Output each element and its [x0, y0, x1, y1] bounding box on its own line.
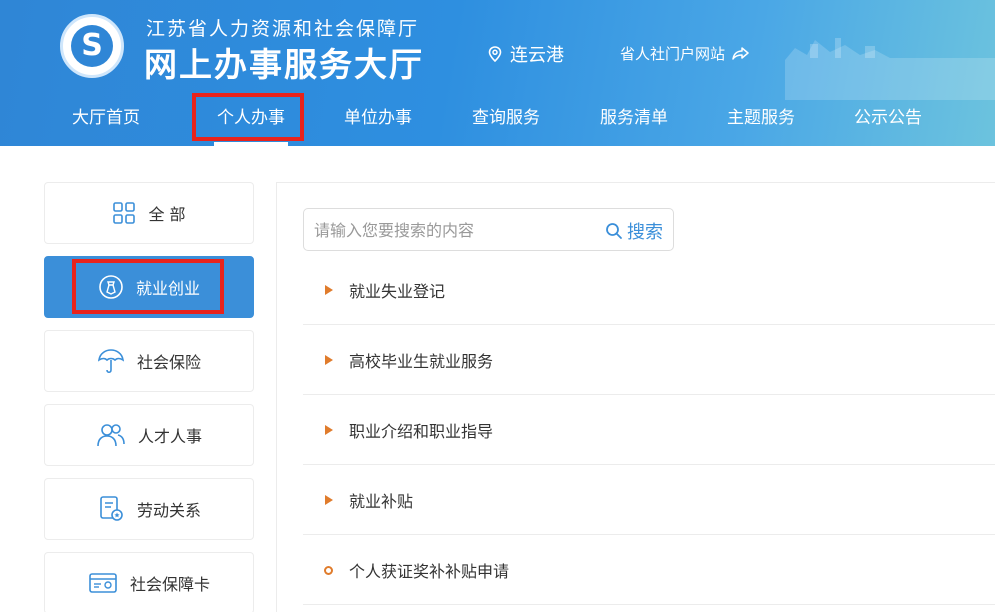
list-item[interactable]: 高校毕业生就业服务 [303, 326, 995, 395]
main-nav: 大厅首页 个人办事 单位办事 查询服务 服务清单 主题服务 公示公告 [0, 92, 995, 146]
portal-link[interactable]: 省人社门户网站 [620, 43, 749, 64]
triangle-bullet-icon [325, 495, 333, 505]
highlight-box-sidebar [72, 259, 224, 314]
circle-bullet-icon [324, 565, 333, 575]
list-item-label: 高校毕业生就业服务 [349, 352, 494, 371]
list-item[interactable]: 个人获证奖补补贴申请 [303, 536, 995, 605]
list-item[interactable]: 就业失业登记 [303, 256, 995, 325]
sidebar-item-label: 人才人事 [137, 427, 202, 446]
location-selector[interactable]: 连云港 [488, 41, 564, 67]
nav-item-notice[interactable]: 公示公告 [848, 92, 928, 146]
search-button-label: 搜索 [627, 222, 663, 243]
sidebar-item-label: 劳动关系 [136, 501, 201, 520]
sidebar-item-talent[interactable]: 人才人事 [44, 404, 254, 466]
search-button[interactable]: 搜索 [605, 218, 663, 244]
triangle-bullet-icon [325, 355, 333, 365]
site-header: S 江苏省人力资源和社会保障厅 网上办事服务大厅 连云港 省人社门户网站 大厅首… [0, 0, 995, 146]
sidebar-item-social-card[interactable]: 社会保障卡 [44, 552, 254, 612]
sidebar-item-label: 社会保险 [136, 353, 201, 372]
umbrella-icon [97, 349, 125, 374]
location-pin-icon [488, 46, 502, 62]
location-label: 连云港 [510, 45, 564, 66]
sidebar-item-label: 全 部 [148, 205, 186, 224]
list-item-label: 就业失业登记 [349, 282, 446, 301]
triangle-bullet-icon [325, 285, 333, 295]
search-bar: 搜索 [303, 208, 674, 251]
nav-item-service-list[interactable]: 服务清单 [594, 92, 674, 146]
nav-item-query[interactable]: 查询服务 [466, 92, 546, 146]
list-item[interactable]: 职业介绍和职业指导 [303, 396, 995, 465]
search-icon [606, 223, 622, 239]
list-item-label: 个人获证奖补补贴申请 [349, 562, 510, 581]
portal-link-label: 省人社门户网站 [620, 45, 726, 63]
sidebar-item-labor[interactable]: 劳动关系 [44, 478, 254, 540]
search-input[interactable] [314, 217, 584, 243]
nav-item-theme[interactable]: 主题服务 [721, 92, 801, 146]
list-item[interactable]: 就业补贴 [303, 466, 995, 535]
logo-emblem-icon: S [71, 25, 113, 67]
list-item-label: 就业补贴 [349, 492, 414, 511]
nav-item-company[interactable]: 单位办事 [338, 92, 418, 146]
highlight-box-nav [192, 93, 304, 141]
document-badge-icon [100, 496, 123, 521]
sidebar-item-label: 社会保障卡 [129, 575, 210, 594]
card-icon [89, 573, 117, 593]
sidebar-item-all[interactable]: 全 部 [44, 182, 254, 244]
site-title: 网上办事服务大厅 [144, 45, 424, 84]
list-item-label: 职业介绍和职业指导 [349, 422, 494, 441]
nav-item-home[interactable]: 大厅首页 [66, 92, 146, 146]
people-icon [97, 424, 125, 447]
sidebar-item-social-insurance[interactable]: 社会保险 [44, 330, 254, 392]
triangle-bullet-icon [325, 425, 333, 435]
org-name: 江苏省人力资源和社会保障厅 [146, 18, 420, 40]
grid-icon [113, 202, 136, 224]
share-arrow-icon [732, 46, 749, 60]
logo[interactable]: S [60, 14, 124, 78]
